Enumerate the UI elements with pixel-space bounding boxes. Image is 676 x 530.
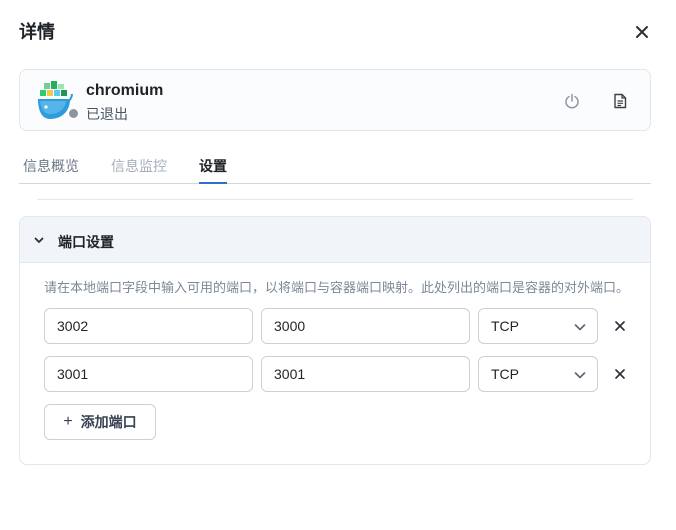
chevron-down-icon — [574, 372, 586, 379]
divider — [37, 199, 633, 200]
panel-title: 详情 — [19, 22, 55, 42]
status-dot — [68, 108, 79, 119]
protocol-select[interactable]: TCP — [478, 356, 598, 392]
close-icon — [636, 26, 648, 38]
protocol-select[interactable]: TCP — [478, 308, 598, 344]
remove-port-button[interactable] — [611, 365, 629, 383]
protocol-value: TCP — [491, 366, 519, 382]
power-icon — [565, 93, 579, 109]
close-button[interactable] — [630, 20, 654, 44]
panel-header: 详情 — [19, 18, 654, 46]
protocol-value: TCP — [491, 318, 519, 334]
power-button[interactable] — [561, 90, 583, 112]
tab-settings[interactable]: 设置 — [199, 156, 227, 184]
port-settings-title: 端口设置 — [58, 234, 114, 250]
container-port-input[interactable] — [261, 356, 470, 392]
document-log-icon — [614, 93, 627, 109]
tab-bar: 信息概览 信息监控 设置 — [19, 150, 651, 184]
close-icon — [615, 369, 625, 379]
port-settings-section: 端口设置 请在本地端口字段中输入可用的端口，以将端口与容器端口映射。此处列出的端… — [19, 216, 651, 465]
remove-port-button[interactable] — [611, 317, 629, 335]
plus-icon: + — [63, 413, 73, 430]
add-port-label: 添加端口 — [80, 414, 137, 430]
container-port-input[interactable] — [261, 308, 470, 344]
chevron-down-icon — [574, 324, 586, 331]
chevron-down-icon — [34, 237, 44, 243]
close-icon — [615, 321, 625, 331]
app-card: chromium 已退出 — [19, 69, 651, 131]
port-settings-header[interactable]: 端口设置 — [20, 217, 650, 263]
tab-overview[interactable]: 信息概览 — [23, 156, 79, 184]
local-port-input[interactable] — [44, 356, 253, 392]
tab-monitor[interactable]: 信息监控 — [111, 156, 167, 184]
log-button[interactable] — [609, 90, 631, 112]
add-port-button[interactable]: + 添加端口 — [44, 404, 156, 440]
local-port-input[interactable] — [44, 308, 253, 344]
port-hint: 请在本地端口字段中输入可用的端口，以将端口与容器端口映射。此处列出的端口是容器的… — [44, 280, 630, 295]
app-name: chromium — [86, 82, 164, 99]
app-status: 已退出 — [86, 106, 128, 122]
